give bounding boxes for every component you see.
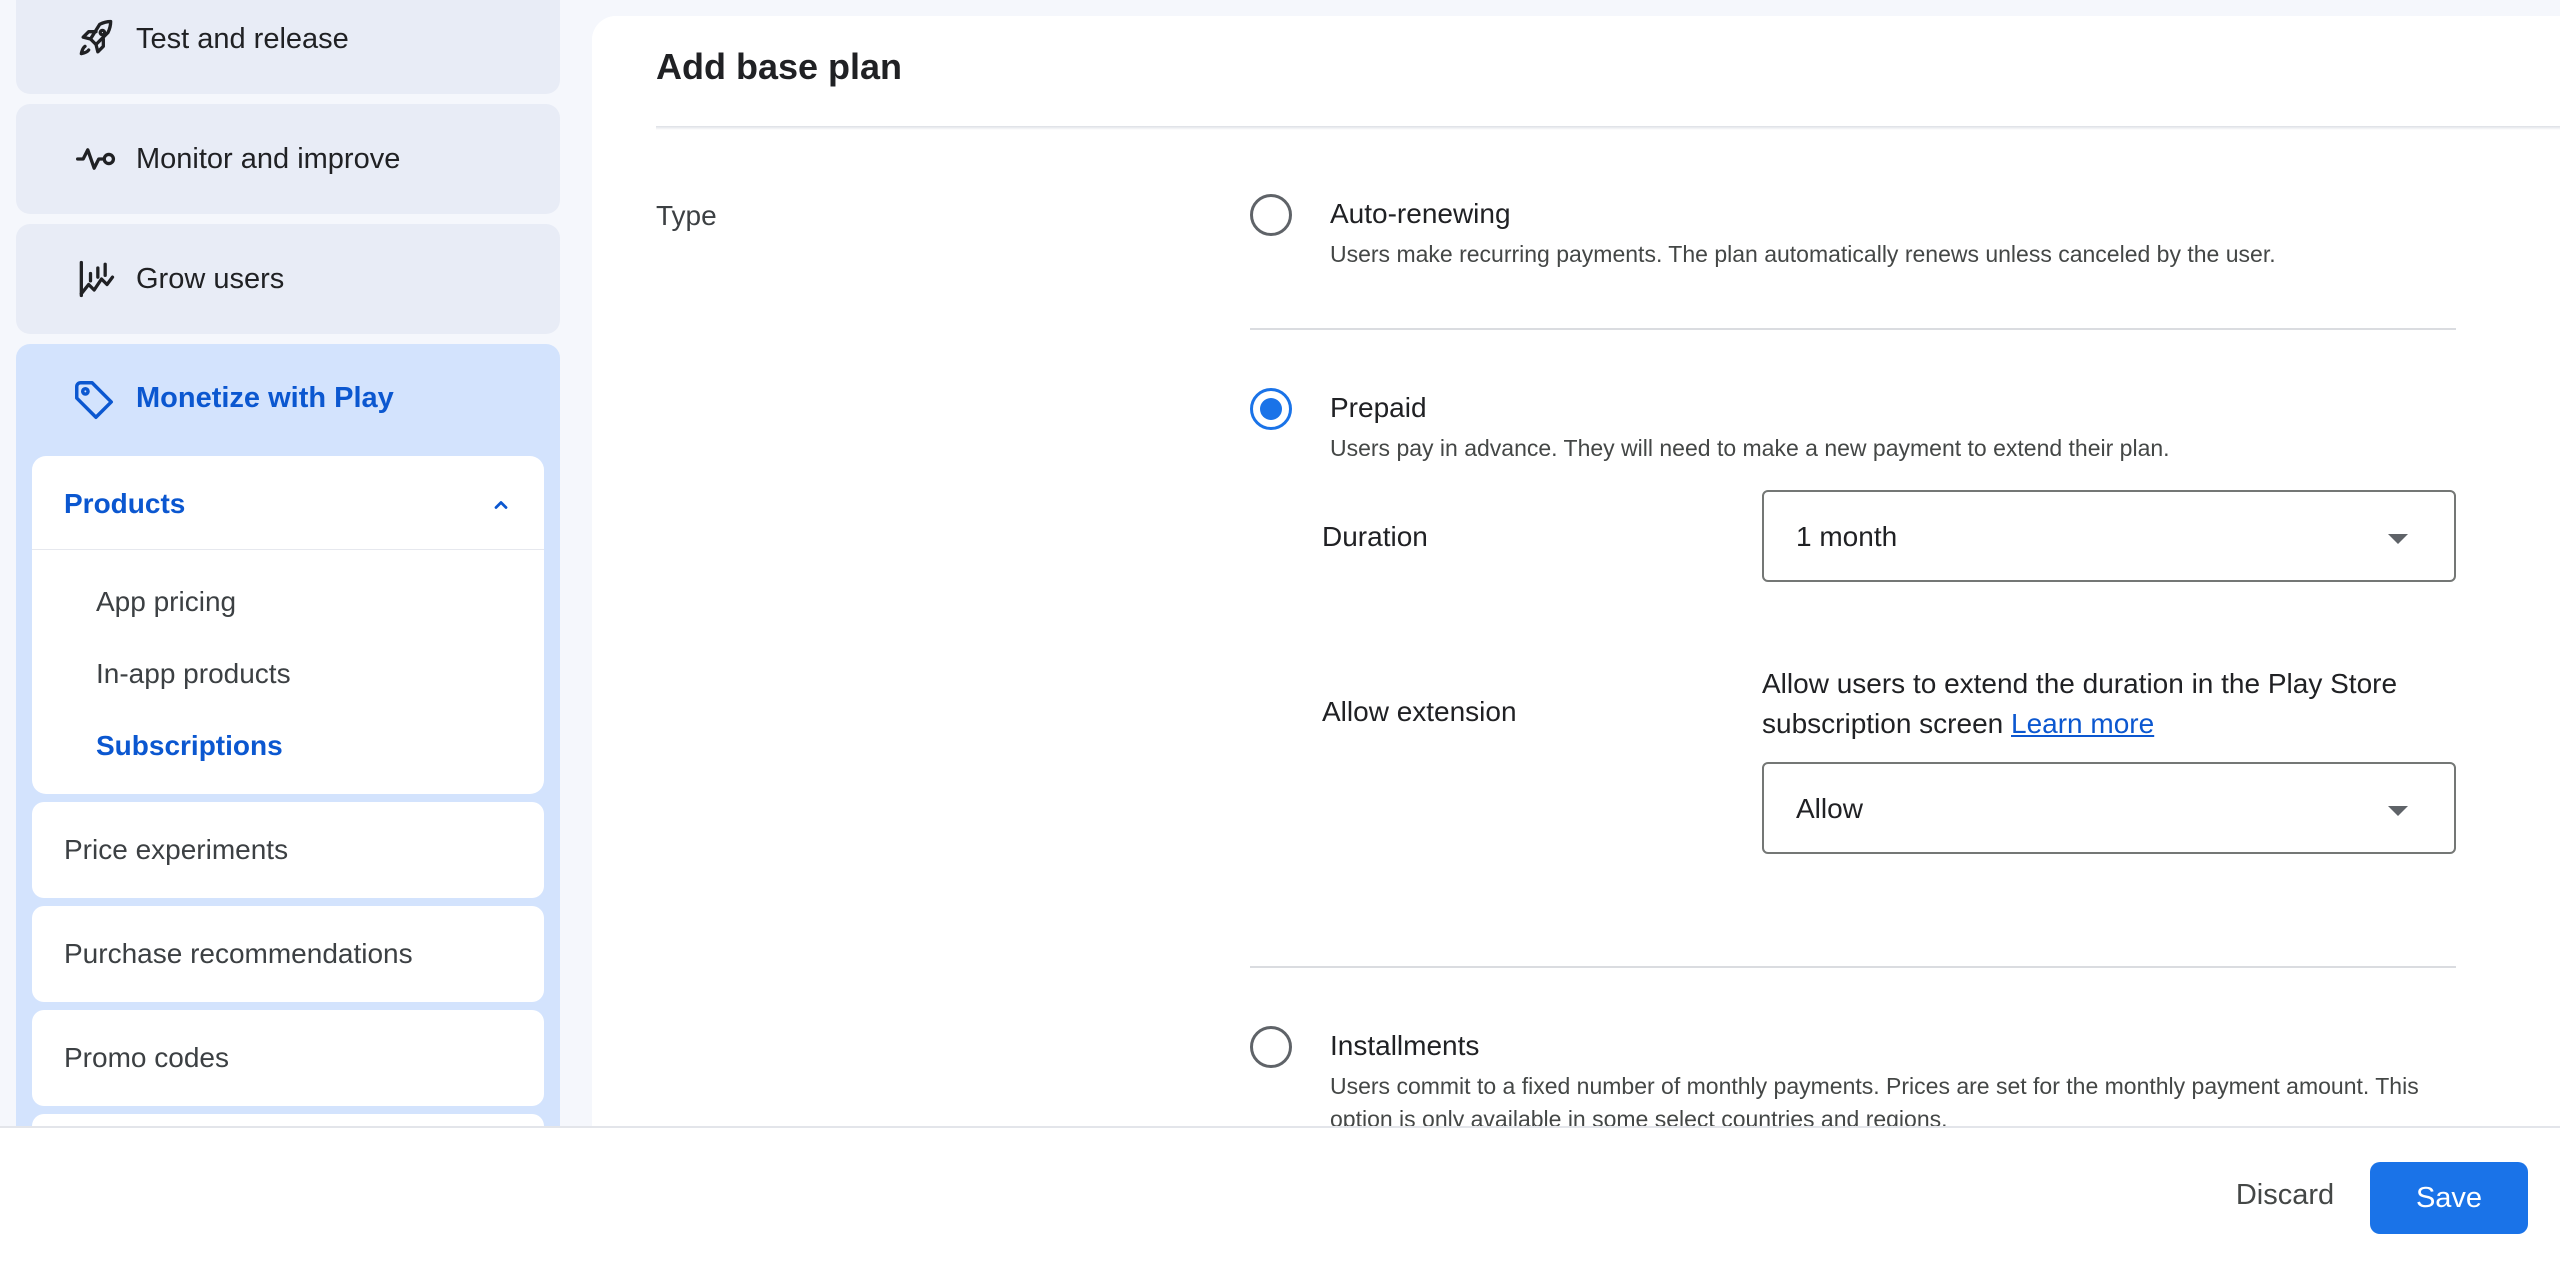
- learn-more-link[interactable]: Learn more: [2011, 708, 2154, 739]
- panel-header: Add base plan: [592, 16, 2560, 130]
- allow-extension-value: Allow: [1796, 793, 1863, 824]
- prepaid-description: Users pay in advance. They will need to …: [1330, 435, 2170, 461]
- chevron-up-icon[interactable]: [486, 490, 516, 520]
- prepaid-title: Prepaid: [1330, 392, 1427, 423]
- header-divider: [656, 126, 2560, 130]
- sidebar-item-subscriptions[interactable]: Subscriptions: [96, 730, 283, 762]
- save-button[interactable]: Save: [2370, 1162, 2528, 1234]
- sidebar-item-promo-codes[interactable]: Promo codes: [32, 1010, 544, 1106]
- sidebar-item-label: Purchase recommendations: [64, 938, 413, 969]
- dropdown-arrow-icon: [2388, 534, 2408, 544]
- sidebar-item-label: Promo codes: [64, 1042, 229, 1073]
- installments-description: Users commit to a fixed number of monthl…: [1330, 1073, 2419, 1126]
- sidebar-item-label: Grow users: [136, 262, 285, 295]
- allow-extension-label: Allow extension: [1322, 696, 1517, 727]
- auto-renewing-title: Auto-renewing: [1330, 198, 1511, 229]
- rocket-icon: [58, 1, 134, 77]
- growth-chart-icon: [58, 241, 134, 317]
- sidebar-item-price-experiments[interactable]: Price experiments: [32, 802, 544, 898]
- sidebar-item-grow-users[interactable]: Grow users: [16, 224, 560, 334]
- sidebar-item-label: Monetize with Play: [136, 382, 394, 414]
- sidebar-item-label: Test and release: [136, 22, 349, 55]
- sidebar-item-label: Price experiments: [64, 834, 289, 865]
- tag-icon: [54, 366, 134, 434]
- option-divider: [1250, 328, 2456, 330]
- sidebar-item-next[interactable]: [32, 1114, 544, 1126]
- duration-label: Duration: [1322, 521, 1428, 552]
- duration-select[interactable]: 1 month: [1762, 490, 2456, 582]
- installments-radio[interactable]: [1250, 1026, 1292, 1068]
- vitals-icon: [58, 121, 134, 197]
- sidebar-item-purchase-recommendations[interactable]: Purchase recommendations: [32, 906, 544, 1002]
- dropdown-arrow-icon: [2388, 806, 2408, 816]
- option-divider: [1250, 966, 2456, 968]
- type-label: Type: [656, 200, 717, 231]
- allow-extension-select[interactable]: Allow: [1762, 762, 2456, 854]
- app-window: Test and release Monitor and improve Gro…: [0, 0, 2560, 1264]
- auto-renewing-radio[interactable]: [1250, 194, 1292, 236]
- discard-button[interactable]: Discard: [2210, 1158, 2360, 1232]
- installments-title: Installments: [1330, 1030, 1480, 1061]
- allow-extension-help: Allow users to extend the duration in th…: [1762, 664, 2456, 744]
- sidebar-item-in-app-products[interactable]: In-app products: [96, 658, 291, 690]
- action-bar: Discard Save: [0, 1126, 2560, 1264]
- prepaid-radio[interactable]: [1250, 388, 1292, 430]
- add-base-plan-panel: Add base plan Type Auto-renewing Users m…: [592, 16, 2560, 1126]
- page-title: Add base plan: [656, 46, 903, 87]
- products-title: Products: [64, 488, 186, 519]
- auto-renewing-description: Users make recurring payments. The plan …: [1330, 241, 2276, 267]
- sidebar-item-test-and-release[interactable]: Test and release: [16, 0, 560, 94]
- sidebar-item-monitor-and-improve[interactable]: Monitor and improve: [16, 104, 560, 214]
- products-header[interactable]: Products: [32, 456, 544, 550]
- sidebar-section-monetize: Monetize with Play Products App pricing …: [16, 344, 560, 1126]
- sidebar-item-app-pricing[interactable]: App pricing: [96, 586, 236, 618]
- duration-value: 1 month: [1796, 521, 1898, 552]
- sidebar-item-monetize-with-play[interactable]: Monetize with Play: [16, 344, 560, 454]
- products-submenu: Products App pricing In-app products Sub…: [32, 456, 544, 794]
- sidebar: Test and release Monitor and improve Gro…: [0, 0, 592, 1126]
- sidebar-item-label: Monitor and improve: [136, 142, 401, 175]
